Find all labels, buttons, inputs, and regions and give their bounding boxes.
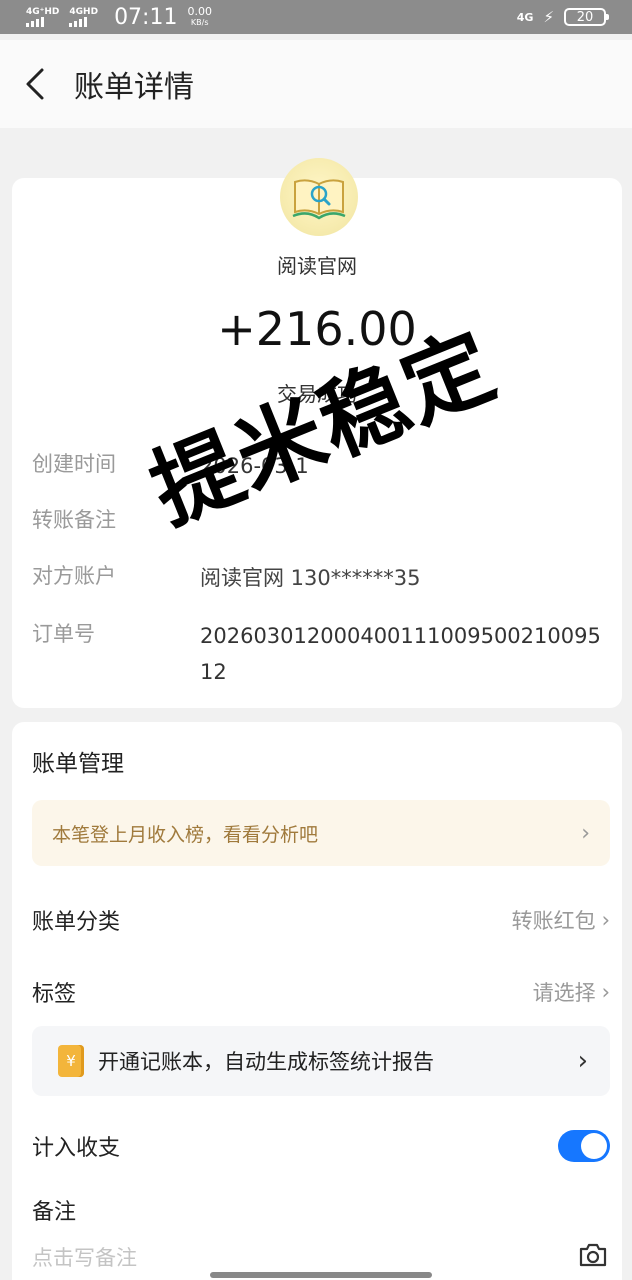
chevron-right-icon: ›: [581, 820, 590, 846]
income-rank-promo[interactable]: 本笔登上月收入榜，看看分析吧 ›: [32, 800, 610, 866]
field-value: 20260301200040011100950021009512: [200, 624, 601, 684]
chevron-left-icon: [26, 68, 44, 100]
page-title: 账单详情: [74, 70, 194, 105]
network-speed: 0.00 KB/s: [187, 6, 212, 28]
speed-unit: KB/s: [190, 18, 209, 27]
battery-icon: 20: [564, 8, 609, 26]
sim1-network-label: 4G⁺HD: [26, 6, 60, 17]
merchant-logo: [280, 158, 358, 236]
chevron-right-icon: ›: [601, 908, 610, 932]
signal-bars-icon: [69, 16, 88, 27]
status-bar: 4G⁺HD 4GHD 07:11 0.00 KB/s 4G ⚡ 20: [0, 0, 632, 34]
chevron-right-icon: ›: [601, 980, 610, 1004]
camera-icon: [579, 1243, 607, 1267]
nav-bar: 账单详情: [0, 40, 632, 128]
bill-category-row[interactable]: 账单分类 转账红包 ›: [32, 904, 610, 936]
include-toggle[interactable]: [558, 1130, 610, 1162]
sim2-network-label: 4GHD: [69, 6, 99, 17]
chevron-right-icon: ›: [577, 1046, 588, 1076]
tag-value-wrap: 请选择 ›: [533, 977, 610, 1007]
battery-level: 20: [576, 9, 594, 25]
home-indicator[interactable]: [210, 1272, 432, 1278]
category-label: 账单分类: [32, 910, 121, 935]
field-counterparty: 对方账户 阅读官网 130******35: [32, 560, 610, 596]
tag-label: 标签: [32, 982, 77, 1007]
book-search-icon: [292, 179, 346, 220]
tag-value: 请选择: [532, 981, 596, 1005]
include-income-expense-row: 计入收支: [32, 1130, 610, 1162]
signal-sim1: 4G⁺HD: [26, 6, 60, 27]
field-order-number: 订单号 20260301200040011100950021009512: [32, 618, 610, 690]
promo-text: 本笔登上月收入榜，看看分析吧: [52, 823, 319, 846]
tag-row[interactable]: 标签 请选择 ›: [32, 976, 610, 1008]
back-button[interactable]: [0, 40, 70, 128]
field-transfer-note: 转账备注: [32, 504, 610, 534]
category-value-wrap: 转账红包 ›: [512, 905, 610, 935]
field-value: 阅读官网 130******35: [200, 566, 421, 590]
network-type: 4G: [516, 10, 534, 24]
camera-button[interactable]: [578, 1242, 608, 1272]
remark-label: 备注: [32, 1200, 77, 1225]
category-value: 转账红包: [511, 909, 596, 933]
charging-icon: ⚡: [543, 8, 554, 26]
remark-row: 备注: [32, 1194, 610, 1226]
include-label: 计入收支: [32, 1136, 121, 1161]
field-label: 订单号: [32, 622, 95, 646]
field-label: 对方账户: [32, 564, 116, 588]
open-notebook-banner[interactable]: ¥ 开通记账本，自动生成标签统计报告 ›: [32, 1026, 610, 1096]
remark-input[interactable]: 点击写备注: [32, 1242, 137, 1272]
transaction-amount: +216.00: [217, 302, 417, 356]
bill-management-card: 账单管理 本笔登上月收入榜，看看分析吧 › 账单分类 转账红包 › 标签 请选择…: [12, 722, 622, 1280]
section-title: 账单管理: [32, 751, 124, 777]
signal-sim2: 4GHD: [69, 6, 99, 27]
signal-bars-icon: [26, 16, 44, 27]
notebook-yuan-icon: ¥: [58, 1045, 84, 1077]
notebook-text: 开通记账本，自动生成标签统计报告: [98, 1050, 434, 1074]
merchant-name: 阅读官网: [277, 254, 357, 278]
clock: 07:11: [114, 4, 178, 30]
status-right: 4G ⚡ 20: [516, 8, 609, 26]
